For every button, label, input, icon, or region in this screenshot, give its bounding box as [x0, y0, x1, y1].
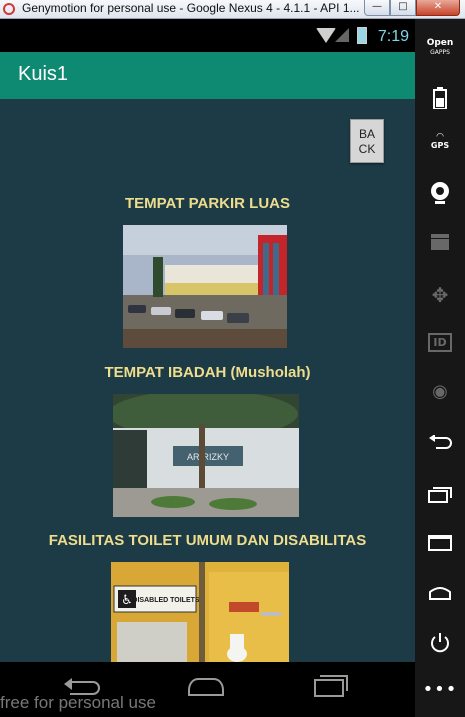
device-screen: 7:19 Kuis1 BA CK TEMPAT PARKIR LUAS TEMP…	[0, 19, 415, 717]
device-id-button[interactable]: ID	[415, 331, 465, 352]
back-button-label: BA CK	[358, 127, 376, 156]
section-heading-parking: TEMPAT PARKIR LUAS	[125, 195, 290, 212]
status-bar: 7:19	[0, 19, 415, 52]
minimize-button[interactable]: —	[364, 0, 390, 16]
watermark-text: free for personal use	[0, 693, 156, 712]
home-icon	[429, 587, 451, 600]
musholah-sign-text: AR-RIZKY	[187, 452, 229, 462]
menu-icon	[428, 535, 452, 551]
nav-recent-apps-icon[interactable]	[314, 675, 348, 697]
back-tool-button[interactable]	[415, 434, 465, 455]
action-bar: Kuis1	[0, 52, 415, 99]
menu-tool-button[interactable]	[415, 535, 465, 555]
main-content[interactable]: BA CK TEMPAT PARKIR LUAS TEMPAT IBADAH (…	[0, 99, 415, 662]
wifi-icon	[316, 28, 336, 43]
app-title: Kuis1	[18, 63, 69, 85]
screencast-button[interactable]	[415, 233, 465, 255]
status-clock: 7:19	[377, 28, 409, 45]
disk-io-icon[interactable]: ◉	[415, 381, 465, 402]
home-tool-button[interactable]	[415, 585, 465, 604]
power-icon	[431, 633, 449, 653]
device-id-icon: ID	[428, 333, 452, 352]
nav-home-icon[interactable]	[188, 678, 224, 696]
gps-signal-icon: ◠	[436, 132, 444, 142]
battery-tool-icon	[433, 87, 447, 110]
toilet-photo: ♿ DISABLED TOILETS	[111, 562, 289, 662]
open-gapps-button[interactable]: Open GAPPS	[415, 39, 465, 57]
genymotion-app-icon	[3, 3, 15, 15]
section-heading-toilet: FASILITAS TOILET UMUM DAN DISABILITAS	[48, 532, 367, 549]
svg-text:♿: ♿	[121, 593, 133, 608]
window-title: Genymotion for personal use - Google Nex…	[22, 1, 360, 15]
back-button[interactable]: BA CK	[350, 119, 384, 163]
gps-label: GPS	[430, 141, 450, 150]
window-titlebar: Genymotion for personal use - Google Nex…	[0, 0, 465, 19]
clapperboard-icon	[431, 234, 449, 250]
recent-apps-icon	[428, 487, 452, 503]
battery-icon	[357, 27, 367, 44]
more-options-icon[interactable]: •••	[415, 679, 465, 700]
power-button[interactable]	[415, 631, 465, 659]
recent-apps-tool-button[interactable]	[415, 485, 465, 507]
toilet-sign-text: DISABLED TOILETS	[132, 597, 199, 604]
maximize-button[interactable]: □	[390, 0, 416, 16]
parking-photo	[123, 225, 287, 348]
gps-button[interactable]: ◠ GPS	[415, 132, 465, 151]
section-heading-musholah: TEMPAT IBADAH (Musholah)	[104, 364, 311, 381]
musholah-photo: AR-RIZKY	[113, 394, 299, 517]
battery-button[interactable]	[415, 87, 465, 113]
back-arrow-icon	[429, 434, 452, 449]
signal-icon	[335, 28, 349, 42]
webcam-button[interactable]	[415, 181, 465, 209]
open-gapps-line1: Open	[426, 38, 454, 48]
open-gapps-line2: GAPPS	[430, 49, 450, 56]
emulator-toolbar: Open GAPPS ◠ GPS ✥ ID ◉ •••	[415, 19, 465, 717]
remote-control-icon[interactable]: ✥	[415, 283, 465, 307]
close-button[interactable]: ✕	[416, 0, 460, 16]
webcam-icon	[431, 182, 449, 204]
